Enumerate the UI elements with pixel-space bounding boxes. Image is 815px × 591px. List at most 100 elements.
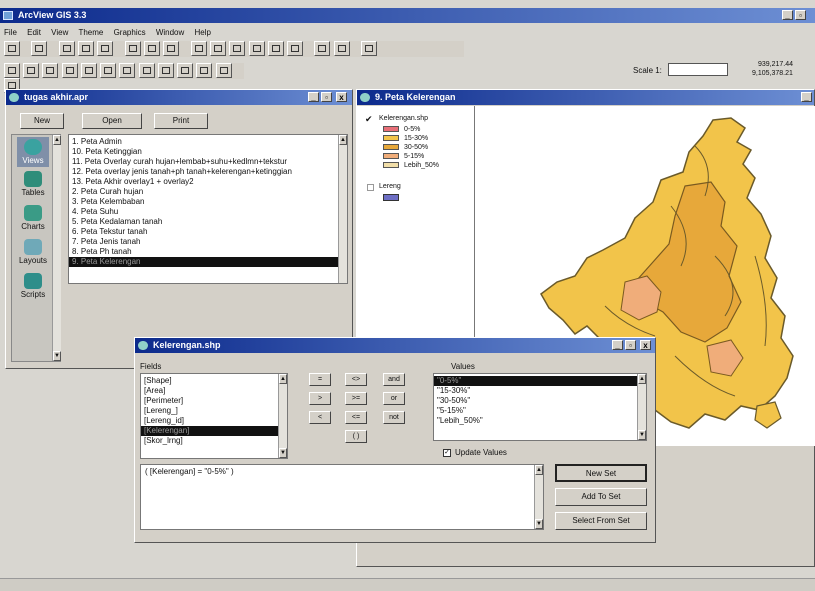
operator-greater-equal-button[interactable]: >=	[345, 392, 367, 405]
new-set-button[interactable]: New Set	[555, 464, 647, 482]
field-list-item[interactable]: [Lereng_id]	[141, 416, 287, 426]
value-list-item[interactable]: "15-30%"	[434, 386, 646, 396]
view-list-item[interactable]: 3. Peta Kelembaban	[69, 197, 347, 207]
query-minimize-button[interactable]: _	[612, 340, 623, 350]
zoom-in-icon[interactable]	[248, 41, 265, 56]
operator-and-button[interactable]: and	[383, 373, 405, 386]
expression-box[interactable]: ( [Kelerengan] = "0-5%" ) ▲ ▼	[140, 464, 544, 530]
view-list-item[interactable]: 9. Peta Kelerengan	[69, 257, 347, 267]
edit-legend-icon[interactable]	[78, 41, 95, 56]
scroll-down-icon[interactable]: ▼	[535, 519, 543, 529]
menu-edit[interactable]: Edit	[27, 28, 41, 37]
select-features-icon[interactable]	[314, 41, 331, 56]
add-to-set-button[interactable]: Add To Set	[555, 488, 647, 506]
measure-icon[interactable]	[138, 63, 155, 78]
doc-type-tables[interactable]: Tables	[17, 171, 49, 197]
view-list-item[interactable]: 1. Peta Admin	[69, 137, 347, 147]
values-scrollbar[interactable]: ▲ ▼	[637, 374, 646, 440]
pan-icon[interactable]	[119, 63, 136, 78]
value-list-item[interactable]: "0-5%"	[434, 376, 646, 386]
view-list-item[interactable]: 2. Peta Curah hujan	[69, 187, 347, 197]
project-close-button[interactable]: x	[336, 92, 347, 102]
text-icon[interactable]	[215, 63, 232, 78]
field-list-item[interactable]: [Skor_lrng]	[141, 436, 287, 446]
scroll-up-icon[interactable]: ▲	[535, 465, 543, 475]
view-list-item[interactable]: 6. Peta Tekstur tanah	[69, 227, 347, 237]
clear-selection-icon[interactable]	[333, 41, 350, 56]
menu-graphics[interactable]: Graphics	[114, 28, 146, 37]
doc-type-layouts[interactable]: Layouts	[17, 239, 49, 265]
theme-checkbox-kelerengan[interactable]: ✔	[365, 114, 373, 125]
theme-name-lereng[interactable]: Lereng	[379, 183, 401, 190]
doc-type-views[interactable]: Views	[17, 137, 49, 167]
menu-file[interactable]: File	[4, 28, 17, 37]
operator-equals-button[interactable]: =	[309, 373, 331, 386]
pointer-icon[interactable]	[23, 63, 40, 78]
app-maximize-button[interactable]: ▫	[795, 10, 806, 20]
value-list-item[interactable]: "Lebih_50%"	[434, 416, 646, 426]
app-minimize-button[interactable]: _	[782, 10, 793, 20]
query-builder-icon[interactable]	[163, 41, 180, 56]
view-list-item[interactable]: 12. Peta overlay jenis tanah+ph tanah+ke…	[69, 167, 347, 177]
zoom-out-icon[interactable]	[267, 41, 284, 56]
operator-parentheses-button[interactable]: ( )	[345, 430, 367, 443]
locate-icon[interactable]	[144, 41, 161, 56]
scroll-down-icon[interactable]: ▼	[53, 351, 61, 361]
open-button[interactable]: Open	[82, 113, 142, 129]
view-list-scrollbar[interactable]: ▲	[338, 135, 347, 283]
print-button[interactable]: Print	[154, 113, 208, 129]
operator-greater-button[interactable]: >	[309, 392, 331, 405]
project-maximize-button[interactable]: ▫	[321, 92, 332, 102]
view-list-item[interactable]: 7. Peta Jenis tanah	[69, 237, 347, 247]
menu-theme[interactable]: Theme	[78, 28, 103, 37]
theme-name-kelerengan[interactable]: Kelerengan.shp	[379, 115, 428, 122]
field-list-item[interactable]: [Shape]	[141, 376, 287, 386]
add-theme-icon[interactable]	[31, 41, 48, 56]
menu-window[interactable]: Window	[156, 28, 184, 37]
scroll-up-icon[interactable]: ▲	[638, 374, 646, 384]
scroll-up-icon[interactable]: ▲	[339, 135, 347, 145]
view-list-item[interactable]: 5. Peta Kedalaman tanah	[69, 217, 347, 227]
theme-checkbox-lereng[interactable]	[367, 184, 374, 191]
operator-not-equal-button[interactable]: <>	[345, 373, 367, 386]
menu-help[interactable]: Help	[195, 28, 211, 37]
field-list-item[interactable]: [Area]	[141, 386, 287, 396]
area-of-interest-icon[interactable]	[177, 63, 194, 78]
scroll-up-icon[interactable]: ▲	[53, 135, 61, 145]
view-list-item[interactable]: 8. Peta Ph tanah	[69, 247, 347, 257]
fields-scrollbar[interactable]: ▲ ▼	[278, 374, 287, 458]
identify-icon[interactable]	[4, 63, 20, 78]
zoom-in-tool-icon[interactable]	[80, 63, 97, 78]
zoom-full-icon[interactable]	[190, 41, 207, 56]
value-list-item[interactable]: "5-15%"	[434, 406, 646, 416]
zoom-active-icon[interactable]	[210, 41, 227, 56]
menu-view[interactable]: View	[51, 28, 68, 37]
doc-type-charts[interactable]: Charts	[17, 205, 49, 231]
scale-input[interactable]	[668, 63, 728, 76]
help-icon[interactable]	[361, 41, 378, 56]
query-close-button[interactable]: x	[640, 340, 651, 350]
scroll-down-icon[interactable]: ▼	[279, 448, 287, 458]
doc-type-scripts[interactable]: Scripts	[17, 273, 49, 299]
label-icon[interactable]	[196, 63, 213, 78]
zoom-selected-icon[interactable]	[229, 41, 246, 56]
zoom-previous-icon[interactable]	[286, 41, 303, 56]
update-values-checkbox[interactable]: ✓	[443, 448, 451, 457]
operator-or-button[interactable]: or	[383, 392, 405, 405]
save-icon[interactable]	[4, 41, 20, 56]
query-maximize-button[interactable]: ▫	[625, 340, 636, 350]
open-table-icon[interactable]	[97, 41, 114, 56]
view-list-item[interactable]: 10. Peta Ketinggian	[69, 147, 347, 157]
scroll-down-icon[interactable]: ▼	[638, 430, 646, 440]
operator-less-button[interactable]: <	[309, 411, 331, 424]
select-feature-icon[interactable]	[61, 63, 78, 78]
hotlink-icon[interactable]	[157, 63, 174, 78]
operator-not-button[interactable]: not	[383, 411, 405, 424]
doc-type-scrollbar[interactable]: ▲ ▼	[52, 135, 61, 361]
zoom-out-tool-icon[interactable]	[100, 63, 117, 78]
field-list-item[interactable]: [Perimeter]	[141, 396, 287, 406]
expression-scrollbar[interactable]: ▲ ▼	[534, 465, 543, 529]
operator-less-equal-button[interactable]: <=	[345, 411, 367, 424]
theme-properties-icon[interactable]	[58, 41, 75, 56]
view-list-item[interactable]: 4. Peta Suhu	[69, 207, 347, 217]
